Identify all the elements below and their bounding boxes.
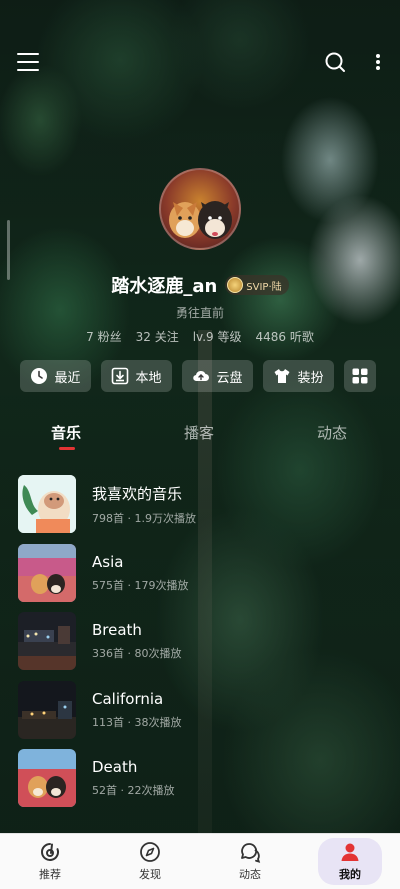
svip-badge-label: SVIP·陆 (246, 281, 282, 293)
playlist-cover (18, 680, 76, 739)
listened-count[interactable]: 4486 听歌 (255, 328, 313, 345)
playlist-cover (18, 475, 76, 534)
cloud-upload-icon (193, 370, 210, 382)
playlist-cover (18, 543, 76, 602)
fans-count[interactable]: 7 粉丝 (86, 328, 121, 345)
playlist-list: 我喜欢的音乐 798首 · 1.9万次播放 Asia 575首 · 179次播放 (18, 470, 388, 813)
playlist-title: California (92, 689, 164, 708)
active-tab-indicator (59, 447, 75, 450)
nav-moments-label: 动态 (239, 868, 261, 881)
tab-music[interactable]: 音乐 (51, 422, 81, 443)
profile-stats: 7 粉丝 32 关注 lv.9 等级 4486 听歌 (0, 328, 400, 345)
nav-moments[interactable]: 动态 (200, 834, 300, 889)
playlist-meta: 798首 · 1.9万次播放 (92, 511, 196, 525)
scroll-indicator (7, 220, 10, 280)
nav-recommend[interactable]: 推荐 (0, 834, 100, 889)
playlist-item[interactable]: Asia 575首 · 179次播放 (18, 539, 388, 608)
local-button[interactable]: 本地 (101, 360, 172, 392)
playlist-meta: 52首 · 22次播放 (92, 784, 175, 798)
recent-label: 最近 (54, 370, 81, 386)
playlist-item[interactable]: Death 52首 · 22次播放 (18, 744, 388, 813)
playlist-item[interactable]: Breath 336首 · 80次播放 (18, 607, 388, 676)
more-shortcuts-button[interactable] (344, 360, 376, 392)
netease-logo-icon (41, 843, 59, 861)
playlist-meta: 575首 · 179次播放 (92, 578, 189, 592)
vip-coin-icon (227, 277, 244, 293)
playlist-title: Asia (92, 552, 124, 571)
menu-icon[interactable] (17, 53, 39, 71)
username-row: 踏水逐鹿_an SVIP·陆 (0, 272, 400, 298)
signature: 勇往直前 (175, 306, 224, 320)
nav-mine[interactable]: 我的 (300, 834, 400, 889)
cloud-button[interactable]: 云盘 (182, 360, 253, 392)
user-icon (341, 843, 359, 861)
nav-discover-label: 发现 (139, 868, 161, 881)
playlist-title: Death (92, 758, 138, 777)
dressup-button[interactable]: 装扮 (263, 360, 334, 392)
nav-mine-label: 我的 (339, 868, 361, 881)
local-label: 本地 (135, 370, 162, 386)
tab-moments[interactable]: 动态 (317, 422, 347, 443)
compass-icon (140, 842, 160, 862)
tshirt-icon (274, 369, 290, 383)
playlist-item[interactable]: California 113首 · 38次播放 (18, 676, 388, 745)
bottom-navigation: 推荐 发现 动态 我的 (0, 833, 400, 889)
playlist-title: 我喜欢的音乐 (92, 484, 183, 503)
recent-button[interactable]: 最近 (20, 360, 91, 392)
playlist-meta: 336首 · 80次播放 (92, 647, 182, 661)
avatar[interactable] (159, 168, 241, 250)
playlist-cover (18, 749, 76, 808)
clock-icon (31, 368, 48, 384)
playlist-meta: 113首 · 38次播放 (92, 715, 182, 729)
following-count[interactable]: 32 关注 (136, 328, 179, 345)
playlist-cover (18, 612, 76, 671)
grid-icon (352, 368, 368, 384)
download-box-icon (112, 367, 129, 385)
shortcut-bar: 最近 本地 云盘 装扮 (20, 360, 382, 394)
svip-badge[interactable]: SVIP·陆 (225, 275, 289, 295)
playlist-item[interactable]: 我喜欢的音乐 798首 · 1.9万次播放 (18, 470, 388, 539)
playlist-title: Breath (92, 621, 142, 640)
username[interactable]: 踏水逐鹿_an (111, 272, 217, 298)
search-icon[interactable] (324, 51, 346, 73)
content-tabs: 音乐 播客 动态 (0, 420, 400, 450)
nav-discover[interactable]: 发现 (100, 834, 200, 889)
level[interactable]: lv.9 等级 (193, 328, 242, 345)
nav-recommend-label: 推荐 (39, 868, 61, 881)
tab-podcast[interactable]: 播客 (184, 422, 214, 443)
chat-bubbles-icon (241, 843, 261, 863)
top-bar (0, 48, 400, 78)
dressup-label: 装扮 (297, 370, 324, 386)
cloud-label: 云盘 (216, 370, 243, 386)
more-vertical-icon[interactable] (372, 52, 384, 72)
